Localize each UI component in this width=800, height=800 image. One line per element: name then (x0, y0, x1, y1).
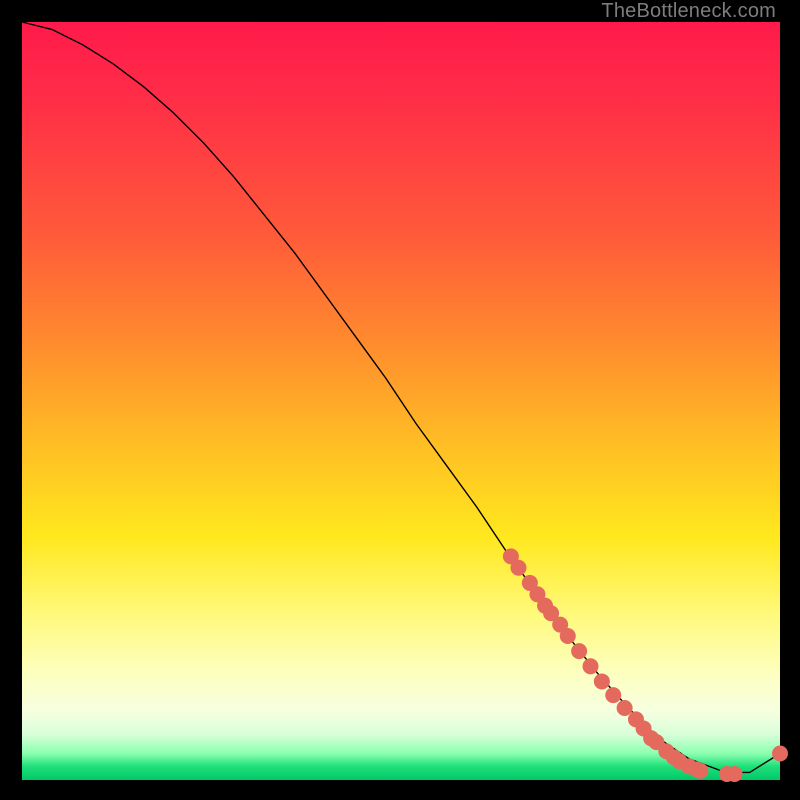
data-point-group (503, 548, 788, 782)
data-point (692, 763, 708, 779)
data-point (560, 628, 576, 644)
data-point (510, 560, 526, 576)
data-point (605, 687, 621, 703)
watermark-label: TheBottleneck.com (601, 0, 776, 23)
data-point (571, 643, 587, 659)
data-point (727, 766, 743, 782)
chart-frame: TheBottleneck.com (0, 0, 800, 800)
plot-area (22, 22, 780, 780)
data-point (617, 700, 633, 716)
data-point (594, 673, 610, 689)
data-point (583, 658, 599, 674)
data-point (772, 745, 788, 761)
chart-svg (22, 22, 780, 780)
bottleneck-curve (22, 22, 780, 772)
